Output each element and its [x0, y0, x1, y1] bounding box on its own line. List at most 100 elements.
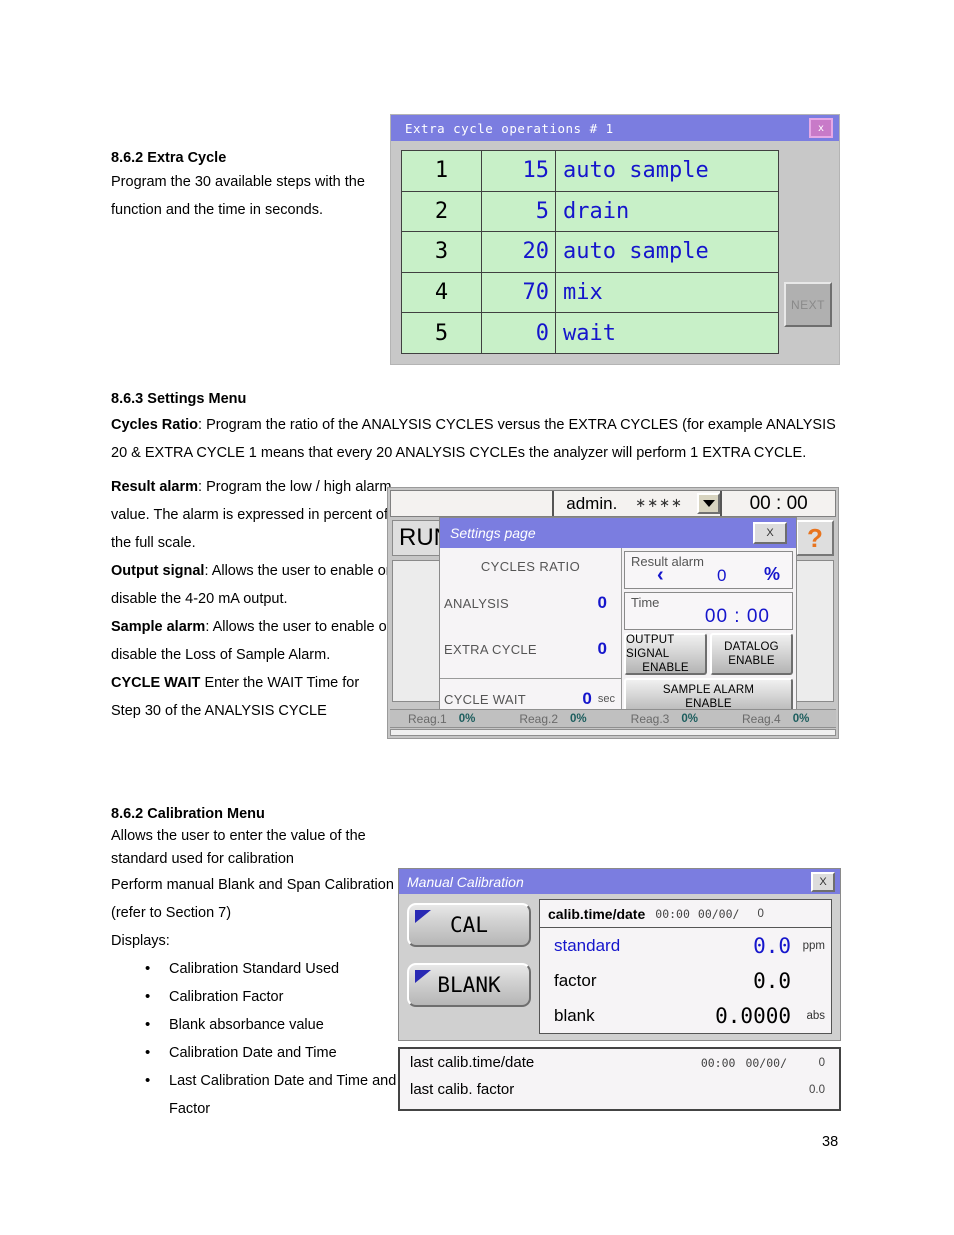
- cal-button[interactable]: CAL: [407, 903, 531, 947]
- paragraph-extra-cycle: Program the 30 available steps with the …: [111, 174, 365, 218]
- cycle-wait-value[interactable]: 0: [582, 689, 591, 709]
- calib-time-date-label: calib.time/date: [548, 905, 646, 922]
- term-cycle-wait: CYCLE WAIT: [111, 675, 201, 691]
- close-icon[interactable]: X: [811, 872, 835, 892]
- calib-year-value: 0: [757, 907, 764, 920]
- output-signal-enable-button[interactable]: OUTPUT SIGNAL ENABLE: [624, 633, 707, 675]
- paragraph-sample-alarm: Sample alarm: Allows the user to enable …: [111, 613, 393, 669]
- result-alarm-value[interactable]: 0: [717, 566, 726, 586]
- calib-time-value: 00:00: [655, 906, 690, 921]
- extra-cycle-table: 1 15 auto sample 2 5 drain 3 20 auto sam…: [401, 150, 779, 354]
- reagent-1-percent: 0%: [458, 712, 476, 725]
- paragraph-output-signal: Output signal: Allows the user to enable…: [111, 557, 393, 613]
- section-settings-menu-body: Result alarm: Program the low / high ala…: [111, 473, 393, 725]
- reagent-2: Reag.2 0%: [519, 712, 586, 726]
- next-button[interactable]: NEXT: [784, 282, 832, 327]
- chevron-down-icon[interactable]: [696, 493, 721, 514]
- paragraph-cycles-ratio: Cycles Ratio: Program the ratio of the A…: [111, 411, 841, 467]
- cell-function[interactable]: wait: [556, 313, 778, 353]
- cell-time[interactable]: 20: [482, 232, 556, 272]
- heading-settings-menu: 8.6.3 Settings Menu: [111, 391, 247, 407]
- blank-button[interactable]: BLANK: [407, 963, 531, 1007]
- triangle-indicator-icon: [415, 970, 431, 983]
- cell-time[interactable]: 15: [482, 151, 556, 191]
- time-value[interactable]: 00 : 00: [705, 606, 770, 628]
- blank-label: blank: [554, 1005, 595, 1025]
- cell-function[interactable]: auto sample: [556, 151, 778, 191]
- page-number: 38: [822, 1134, 839, 1150]
- reagent-3-name: Reag.3: [630, 711, 670, 726]
- calibration-displays-list: Calibration Standard Used Calibration Fa…: [111, 955, 411, 1123]
- heading-extra-cycle: 8.6.2 Extra Cycle: [111, 150, 227, 166]
- triangle-indicator-icon: [415, 910, 431, 923]
- blank-button-label: BLANK: [437, 973, 501, 997]
- last-calib-date-value: 00/00/: [745, 1055, 787, 1070]
- standard-label: standard: [554, 935, 621, 955]
- table-row[interactable]: 4 70 mix: [402, 272, 778, 314]
- datalog-enable-button[interactable]: DATALOG ENABLE: [710, 633, 793, 675]
- cell-step: 4: [402, 272, 482, 313]
- calib-line-3: (refer to Section 7): [111, 905, 232, 921]
- cell-time[interactable]: 0: [482, 313, 556, 353]
- cal-button-label: CAL: [450, 913, 488, 937]
- standard-value[interactable]: 0.0: [753, 934, 791, 958]
- list-item: Last Calibration Date and Time and Facto…: [137, 1067, 411, 1123]
- extra-cycle-screenshot: Extra cycle operations # 1 x 1 15 auto s…: [390, 114, 840, 365]
- settings-dialog: Settings page X CYCLES RATIO ANALYSIS 0 …: [439, 517, 797, 719]
- standard-row[interactable]: standard 0.0 ppm: [540, 928, 831, 963]
- calibration-data-panel: calib.time/date 00:00 00/00/ 0 standard …: [539, 899, 832, 1034]
- cell-step: 3: [402, 232, 482, 272]
- extra-cycle-row[interactable]: EXTRA CYCLE 0: [440, 632, 621, 666]
- list-item: Calibration Standard Used: [137, 955, 411, 983]
- cell-step: 2: [402, 191, 482, 232]
- window-title: Manual Calibration: [407, 873, 524, 890]
- cell-time[interactable]: 70: [482, 272, 556, 313]
- table-row[interactable]: 5 0 wait: [402, 313, 778, 353]
- term-output-signal: Output signal: [111, 563, 205, 579]
- result-alarm-field[interactable]: Result alarm ‹ 0 %: [624, 551, 793, 589]
- bottom-strip: [390, 729, 836, 736]
- blank-value: 0.0000: [715, 1003, 791, 1028]
- table-row[interactable]: 1 15 auto sample: [402, 151, 778, 192]
- analysis-row[interactable]: ANALYSIS 0: [440, 586, 621, 620]
- reagent-4: Reag.4 0%: [742, 712, 809, 726]
- cell-function[interactable]: mix: [556, 273, 778, 313]
- last-calib-time-date-label: last calib.time/date: [410, 1054, 535, 1071]
- table-row[interactable]: 2 5 drain: [402, 191, 778, 233]
- help-icon[interactable]: ?: [796, 520, 834, 556]
- calib-line-2: Perform manual Blank and Span Calibratio…: [111, 877, 394, 893]
- result-alarm-operator-icon[interactable]: ‹: [657, 564, 664, 587]
- cell-function[interactable]: auto sample: [556, 232, 778, 272]
- dialog-body: CYCLES RATIO ANALYSIS 0 EXTRA CYCLE 0 CY…: [440, 548, 796, 719]
- factor-value: 0.0: [753, 968, 791, 993]
- calib-line-1: Allows the user to enter the value of th…: [111, 828, 366, 867]
- password-mask: ∗∗∗∗: [635, 496, 683, 511]
- term-cycles-ratio-text: : Program the ratio of the ANALYSIS CYCL…: [111, 417, 836, 461]
- last-calib-year-value: 0: [818, 1056, 825, 1069]
- factor-row: factor 0.0: [540, 963, 831, 998]
- list-item: Calibration Factor: [137, 983, 411, 1011]
- extra-cycle-value[interactable]: 0: [598, 639, 607, 659]
- table-row[interactable]: 3 20 auto sample: [402, 232, 778, 273]
- alarm-panel: Result alarm ‹ 0 % Time 00 : 00 OUTPUT S…: [622, 548, 796, 719]
- analysis-value[interactable]: 0: [598, 593, 607, 613]
- section-calibration-menu: 8.6.2 Calibration Menu Allows the user t…: [111, 806, 411, 1123]
- time-field[interactable]: Time 00 : 00: [624, 592, 793, 630]
- output-signal-line2: ENABLE: [642, 662, 689, 674]
- cell-time[interactable]: 5: [482, 191, 556, 232]
- cell-function[interactable]: drain: [556, 192, 778, 232]
- cycles-ratio-title: CYCLES RATIO: [480, 559, 581, 574]
- reagent-4-name: Reag.4: [741, 711, 781, 726]
- result-alarm-unit: %: [763, 564, 780, 584]
- manual-calibration-screenshot: Manual Calibration X CAL BLANK calib.tim…: [398, 868, 841, 1117]
- close-icon[interactable]: x: [809, 118, 833, 138]
- heading-calibration-menu: 8.6.2 Calibration Menu: [111, 806, 265, 822]
- reagent-2-name: Reag.2: [519, 711, 559, 726]
- reagent-3-percent: 0%: [681, 712, 698, 725]
- close-icon[interactable]: X: [753, 522, 787, 544]
- reagent-1: Reag.1 0%: [408, 712, 475, 726]
- clock-display: 00 : 00: [720, 491, 835, 516]
- datalog-line2: ENABLE: [728, 655, 775, 667]
- dialog-title: Settings page: [450, 525, 536, 541]
- last-calib-factor-value: 0.0: [809, 1083, 825, 1096]
